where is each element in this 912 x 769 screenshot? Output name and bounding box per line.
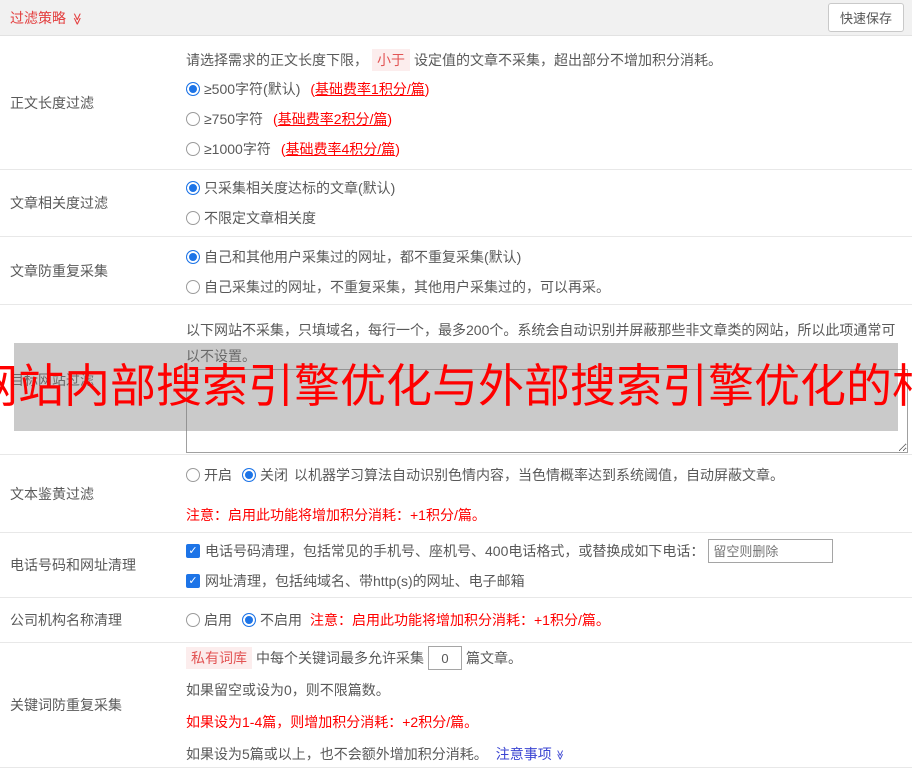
radio-option-relevance-on[interactable]: 只采集相关度达标的文章(默认) (186, 173, 908, 203)
radio-checked-icon[interactable] (186, 181, 200, 195)
row-url-dedup: 文章防重复采集 自己和其他用户采集过的网址，都不重复采集(默认) 自己采集过的网… (0, 237, 912, 305)
company-cleanup-on-option[interactable]: 启用 (204, 610, 232, 630)
radio-unchecked-icon[interactable] (186, 468, 200, 482)
keyword-dedup-cost-note: 如果设为1-4篇，则增加积分消耗：+2积分/篇。 (186, 714, 479, 730)
porn-filter-cost-note: 注意：启用此功能将增加积分消耗：+1积分/篇。 (186, 507, 486, 523)
radio-unchecked-icon[interactable] (186, 142, 200, 156)
row-phone-url-cleanup: 电话号码和网址清理 ✓ 电话号码清理，包括常见的手机号、座机号、400电话格式，… (0, 533, 912, 598)
checkbox-checked-icon[interactable]: ✓ (186, 544, 200, 558)
porn-filter-on-option[interactable]: 开启 (204, 465, 232, 485)
private-thesaurus-badge: 私有词库 (186, 647, 252, 669)
row-label-relevance: 文章相关度过滤 (10, 195, 108, 211)
chevron-double-down-icon: ≫ (70, 12, 85, 25)
fee-note: (基础费率1积分/篇) (310, 81, 430, 97)
keyword-dedup-note-2: 如果设为5篇或以上，也不会额外增加积分消耗。 (186, 746, 488, 762)
row-label-keyword-dedup: 关键词防重复采集 (10, 697, 122, 713)
radio-option-relevance-off[interactable]: 不限定文章相关度 (186, 203, 908, 233)
notice-link[interactable]: 注意事项 ≫ (496, 744, 566, 764)
radio-option-1000[interactable]: ≥1000字符 (基础费率4积分/篇) (186, 134, 908, 164)
less-than-badge: 小于 (372, 49, 410, 71)
row-keyword-dedup: 关键词防重复采集 私有词库 中每个关键词最多允许采集 篇文章。 如果留空或设为0… (0, 643, 912, 768)
row-label-company-cleanup: 公司机构名称清理 (10, 612, 122, 628)
porn-filter-off-option[interactable]: 关闭 (260, 465, 288, 485)
radio-unchecked-icon[interactable] (186, 613, 200, 627)
fee-note: (基础费率2积分/篇) (273, 111, 393, 127)
row-company-cleanup: 公司机构名称清理 启用 不启用 注意：启用此功能将增加积分消耗：+1积分/篇。 (0, 598, 912, 643)
radio-unchecked-icon[interactable] (186, 280, 200, 294)
radio-unchecked-icon[interactable] (186, 211, 200, 225)
company-cleanup-off-option[interactable]: 不启用 (260, 610, 302, 630)
row-site-filter: 目标网站过滤 以下网站不采集，只填域名，每行一个，最多200个。系统会自动识别并… (0, 305, 912, 455)
page-title[interactable]: 过滤策略 ≫ (10, 8, 84, 28)
row-porn-filter: 文本鉴黄过滤 开启 关闭 以机器学习算法自动识别色情内容，当色情概率达到系统阈值… (0, 455, 912, 533)
row-label-text-length: 正文长度过滤 (10, 94, 94, 111)
chevron-double-down-icon: ≫ (554, 749, 566, 760)
quick-save-button[interactable]: 快速保存 (827, 3, 904, 32)
page-title-label: 过滤策略 (10, 9, 66, 26)
radio-option-500[interactable]: ≥500字符(默认) (基础费率1积分/篇) (186, 74, 908, 104)
checkbox-checked-icon[interactable]: ✓ (186, 574, 200, 588)
company-cleanup-cost-note: 注意：启用此功能将增加积分消耗：+1积分/篇。 (310, 612, 610, 628)
radio-checked-icon[interactable] (186, 250, 200, 264)
row-label-phone-url: 电话号码和网址清理 (10, 557, 136, 573)
radio-option-dedup-all[interactable]: 自己和其他用户采集过的网址，都不重复采集(默认) (186, 242, 908, 272)
porn-filter-description: 以机器学习算法自动识别色情内容，当色情概率达到系统阈值，自动屏蔽文章。 (294, 467, 784, 483)
url-cleanup-label: 网址清理，包括纯域名、带http(s)的网址、电子邮箱 (205, 573, 525, 589)
keyword-dedup-note-1: 如果留空或设为0，则不限篇数。 (186, 682, 390, 698)
fee-note: (基础费率4积分/篇) (280, 141, 400, 157)
radio-checked-icon[interactable] (242, 613, 256, 627)
row-label-site-filter: 目标网站过滤 (10, 371, 94, 388)
site-filter-description: 以下网站不采集，只填域名，每行一个，最多200个。系统会自动识别并屏蔽那些非文章… (186, 322, 896, 364)
max-articles-input[interactable] (428, 646, 462, 670)
radio-checked-icon[interactable] (186, 82, 200, 96)
row-relevance-filter: 文章相关度过滤 只采集相关度达标的文章(默认) 不限定文章相关度 (0, 170, 912, 237)
row-label-porn-filter: 文本鉴黄过滤 (10, 485, 94, 502)
radio-checked-icon[interactable] (242, 468, 256, 482)
radio-option-750[interactable]: ≥750字符 (基础费率2积分/篇) (186, 104, 908, 134)
phone-cleanup-label: 电话号码清理，包括常见的手机号、座机号、400电话格式，或替换成如下电话： (205, 543, 705, 559)
filter-strategy-header: 过滤策略 ≫ 快速保存 (0, 0, 912, 36)
blocked-sites-textarea[interactable] (186, 369, 908, 453)
replacement-phone-input[interactable] (708, 539, 834, 563)
radio-option-dedup-self[interactable]: 自己采集过的网址，不重复采集，其他用户采集过的，可以再采。 (186, 272, 908, 302)
radio-unchecked-icon[interactable] (186, 112, 200, 126)
row-label-url-dedup: 文章防重复采集 (10, 262, 108, 279)
row-text-length-filter: 正文长度过滤 请选择需求的正文长度下限， 小于 设定值的文章不采集，超出部分不增… (0, 36, 912, 170)
text-length-description: 请选择需求的正文长度下限， 小于 设定值的文章不采集，超出部分不增加积分消耗。 (186, 46, 908, 74)
